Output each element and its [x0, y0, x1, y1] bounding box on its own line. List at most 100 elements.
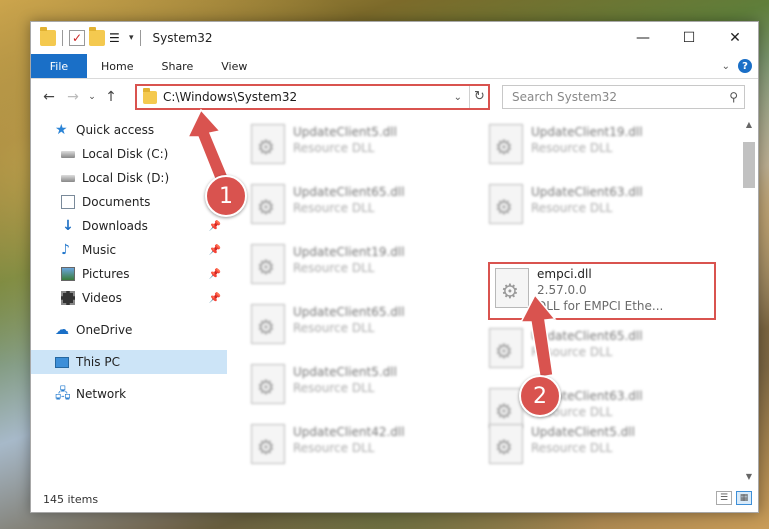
file-name: UpdateClient19.dll	[531, 125, 643, 139]
forward-arrow-icon[interactable]: →	[61, 89, 85, 105]
folder-icon	[143, 87, 157, 104]
recent-locations-icon[interactable]: ⌄	[85, 92, 99, 102]
scroll-thumb[interactable]	[743, 142, 755, 188]
nav-label: Downloads	[82, 219, 148, 233]
nav-label: OneDrive	[76, 323, 133, 337]
nav-downloads[interactable]: ↓ Downloads 📌	[31, 214, 227, 238]
file-name: UpdateClient5.dll	[293, 365, 397, 379]
minimize-button[interactable]: —	[620, 22, 666, 54]
pin-icon[interactable]: 📌	[209, 245, 221, 256]
title-bar: ✓ ☰ ▾ System32 — ☐ ✕	[31, 22, 758, 54]
file-item[interactable]: UpdateClient19.dll Resource DLL	[231, 238, 457, 298]
new-folder-icon[interactable]	[89, 27, 105, 46]
close-button[interactable]: ✕	[712, 22, 758, 54]
callout-badge-2: 2	[519, 375, 561, 417]
tab-file[interactable]: File	[31, 54, 87, 78]
nav-label: Videos	[82, 291, 122, 305]
help-icon[interactable]: ?	[738, 59, 752, 73]
file-item[interactable]: UpdateClient5.dll Resource DLL	[469, 418, 695, 478]
file-item[interactable]: UpdateClient65.dll Resource DLL	[231, 178, 457, 238]
download-icon: ↓	[62, 218, 74, 234]
separator	[62, 30, 63, 46]
nav-music[interactable]: ♪ Music 📌	[31, 238, 227, 262]
file-description: DLL for EMPCI Ethe...	[537, 299, 664, 313]
file-type: Resource DLL	[293, 201, 375, 215]
file-name: UpdateClient65.dll	[531, 329, 643, 343]
status-bar: 145 items ☰ ▦	[31, 486, 758, 512]
nav-documents[interactable]: Documents 📌	[31, 190, 227, 214]
back-arrow-icon[interactable]: ←	[37, 89, 61, 105]
nav-quick-access[interactable]: ★ Quick access	[31, 118, 227, 142]
chevron-down-icon[interactable]: ⌄	[454, 92, 462, 103]
dll-file-icon	[251, 244, 285, 284]
chevron-down-icon[interactable]: ▾	[129, 33, 134, 43]
file-type: Resource DLL	[293, 141, 375, 155]
file-type: Resource DLL	[293, 441, 375, 455]
address-bar[interactable]: C:\Windows\System32 ⌄	[135, 84, 490, 110]
maximize-button[interactable]: ☐	[666, 22, 712, 54]
expand-ribbon-icon[interactable]: ⌄	[722, 61, 730, 72]
separator	[139, 30, 141, 46]
star-icon: ★	[55, 122, 68, 138]
folder-icon[interactable]	[40, 27, 56, 46]
file-item[interactable]: UpdateClient65.dll Resource DLL	[231, 298, 457, 358]
vertical-scrollbar[interactable]: ▲ ▼	[742, 118, 756, 484]
dll-file-icon	[251, 364, 285, 404]
file-type: Resource DLL	[293, 321, 375, 335]
file-item[interactable]: UpdateClient63.dll Resource DLL	[469, 178, 695, 238]
file-item[interactable]: UpdateClient5.dll Resource DLL	[231, 358, 457, 418]
file-item[interactable]: UpdateClient19.dll Resource DLL	[469, 118, 695, 178]
file-item[interactable]: UpdateClient65.dll Resource DLL	[469, 322, 695, 382]
dll-file-icon	[251, 124, 285, 164]
file-type: Resource DLL	[531, 201, 613, 215]
dll-file-icon	[489, 328, 523, 368]
nav-label: Local Disk (D:)	[82, 171, 170, 185]
nav-label: Quick access	[76, 123, 155, 137]
address-path: C:\Windows\System32	[163, 90, 298, 104]
address-row: ← → ⌄ ↑ C:\Windows\System32 ⌄ ↻ Search S…	[31, 80, 758, 114]
quick-access-toolbar: ✓ ☰ ▾	[31, 27, 143, 46]
dll-file-icon	[495, 268, 529, 308]
documents-icon	[61, 195, 75, 209]
pin-icon[interactable]: 📌	[209, 221, 221, 232]
pin-icon[interactable]: 📌	[209, 269, 221, 280]
dll-file-icon	[489, 184, 523, 224]
file-type: Resource DLL	[531, 441, 613, 455]
customize-icon[interactable]: ☰	[109, 30, 125, 46]
tiles-view-icon[interactable]: ▦	[736, 491, 752, 505]
nav-this-pc[interactable]: This PC	[31, 350, 227, 374]
nav-pictures[interactable]: Pictures 📌	[31, 262, 227, 286]
properties-icon[interactable]: ✓	[69, 30, 85, 46]
file-name: UpdateClient63.dll	[531, 185, 643, 199]
dll-file-icon	[251, 424, 285, 464]
window-title: System32	[152, 31, 213, 45]
view-toggle: ☰ ▦	[716, 491, 752, 505]
scroll-down-icon[interactable]: ▼	[742, 470, 756, 484]
file-type: Resource DLL	[293, 381, 375, 395]
file-type: Resource DLL	[531, 141, 613, 155]
nav-videos[interactable]: Videos 📌	[31, 286, 227, 310]
details-view-icon[interactable]: ☰	[716, 491, 732, 505]
network-icon: 🖧	[55, 386, 71, 402]
drive-icon	[61, 150, 75, 158]
tab-home[interactable]: Home	[87, 54, 147, 78]
search-input[interactable]: Search System32 ⚲	[502, 85, 745, 109]
refresh-icon[interactable]: ↻	[469, 86, 489, 108]
file-item[interactable]: UpdateClient42.dll Resource DLL	[231, 418, 457, 478]
nav-label: Pictures	[82, 267, 130, 281]
nav-local-disk-c[interactable]: Local Disk (C:)	[31, 142, 227, 166]
tab-view[interactable]: View	[207, 54, 261, 78]
file-item[interactable]: UpdateClient5.dll Resource DLL	[231, 118, 457, 178]
pin-icon[interactable]: 📌	[209, 293, 221, 304]
up-arrow-icon[interactable]: ↑	[99, 89, 123, 105]
callout-badge-1: 1	[205, 175, 247, 217]
nav-local-disk-d[interactable]: Local Disk (D:)	[31, 166, 227, 190]
file-name: UpdateClient65.dll	[293, 305, 405, 319]
nav-onedrive[interactable]: ☁ OneDrive	[31, 318, 227, 342]
nav-network[interactable]: 🖧 Network	[31, 382, 227, 406]
search-icon[interactable]: ⚲	[729, 90, 738, 104]
tab-share[interactable]: Share	[147, 54, 207, 78]
file-item-empci[interactable]: empci.dll 2.57.0.0 DLL for EMPCI Ethe...	[488, 262, 716, 320]
file-name: UpdateClient65.dll	[293, 185, 405, 199]
scroll-up-icon[interactable]: ▲	[742, 118, 756, 132]
